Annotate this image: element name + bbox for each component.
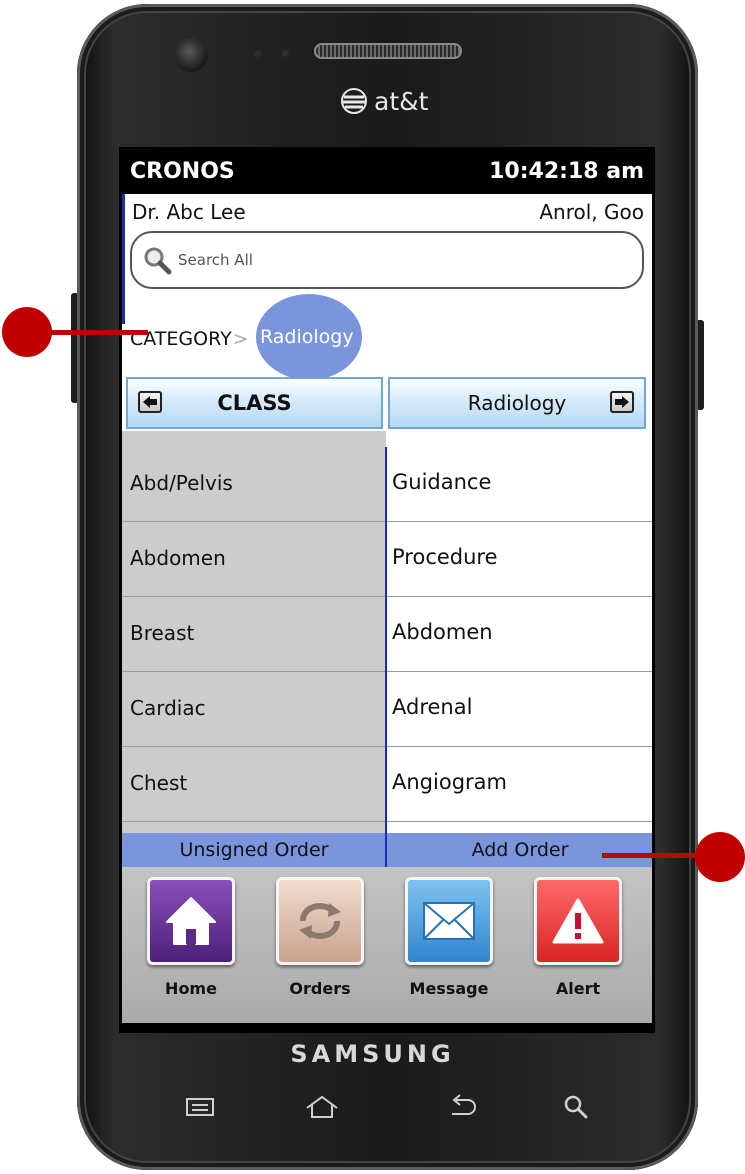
list-item-label: Procedure	[392, 545, 498, 569]
list-spacer	[122, 431, 386, 447]
list-item[interactable]: Chest	[122, 747, 386, 822]
nav-home-label: Home	[165, 979, 217, 998]
list-item-label: Abd/Pelvis	[130, 471, 233, 495]
list-item[interactable]: Angiogram	[386, 747, 652, 822]
left-accent-rule	[122, 194, 125, 324]
carrier-logo: at&t	[340, 82, 428, 120]
action-bar: Unsigned Order Add Order	[122, 833, 652, 867]
home-key[interactable]	[300, 1087, 344, 1127]
menu-key[interactable]	[178, 1087, 222, 1127]
app-name: CRONOS	[130, 159, 235, 184]
list-item[interactable]: Breast	[122, 597, 386, 672]
nav-alert-label: Alert	[555, 979, 601, 998]
patient-name: Anrol, Goo	[539, 200, 644, 224]
arrow-right-icon	[615, 396, 629, 408]
doctor-name: Dr. Abc Lee	[132, 200, 246, 224]
nav-orders-label: Orders	[289, 979, 351, 998]
warning-icon	[552, 898, 604, 944]
list-item-label: Adrenal	[392, 695, 473, 719]
column-divider	[385, 447, 387, 867]
front-camera-icon	[174, 38, 208, 72]
list-item[interactable]: Adrenal	[386, 672, 652, 747]
list-item-label: Abdomen	[392, 620, 493, 644]
radiology-column-title: Radiology	[467, 391, 567, 415]
bottom-nav: Home Orders Message Alert	[122, 867, 652, 1030]
app-screen: CRONOS 10:42:18 am Dr. Abc Lee Anrol, Go…	[122, 150, 652, 1030]
next-column-button[interactable]	[610, 391, 634, 413]
nav-home[interactable]: Home	[145, 875, 237, 1005]
search-placeholder: Search All	[178, 251, 253, 269]
home-tile[interactable]	[147, 877, 235, 965]
arrow-left-icon	[143, 396, 157, 408]
list-item[interactable]: Cardiac	[122, 672, 386, 747]
message-tile[interactable]	[405, 877, 493, 965]
status-bar: CRONOS 10:42:18 am	[122, 150, 652, 194]
radiology-column-header: Radiology	[388, 377, 646, 429]
class-column-header: CLASS	[126, 377, 383, 429]
brand-logo: SAMSUNG	[290, 1040, 455, 1068]
list-item[interactable]: Abdomen	[122, 522, 386, 597]
earpiece-speaker	[314, 43, 462, 59]
carrier-name: at&t	[374, 86, 429, 116]
previous-column-button[interactable]	[138, 391, 162, 413]
envelope-icon	[423, 902, 475, 940]
list-item-label: Abdomen	[130, 546, 226, 570]
alert-tile[interactable]	[534, 877, 622, 965]
add-order-button[interactable]: Add Order	[388, 833, 652, 867]
list-item[interactable]: Abdomen	[386, 597, 652, 672]
search-outline-icon	[564, 1095, 588, 1119]
callout-line-breadcrumb	[48, 330, 148, 335]
list-item-label: Cardiac	[130, 696, 206, 720]
list-item[interactable]: Guidance	[386, 447, 652, 522]
breadcrumb-current[interactable]: Radiology	[260, 326, 354, 348]
list-item[interactable]: Procedure	[386, 522, 652, 597]
home-outline-icon	[306, 1095, 338, 1118]
breadcrumb-separator: >	[232, 328, 249, 350]
back-icon	[452, 1094, 476, 1115]
menu-icon	[186, 1098, 214, 1116]
screen-bottom-edge	[122, 1023, 652, 1030]
callout-marker-breadcrumb	[2, 307, 52, 357]
search-input[interactable]: Search All	[130, 231, 644, 289]
radiology-list: Guidance Procedure Abdomen Adrenal Angio…	[386, 447, 652, 833]
callout-marker-add-order	[695, 832, 745, 882]
nav-alert[interactable]: Alert	[532, 875, 624, 1005]
orders-tile[interactable]	[276, 877, 364, 965]
search-icon	[144, 247, 172, 275]
sensor-icon	[254, 50, 261, 57]
clock: 10:42:18 am	[489, 159, 644, 184]
list-item-label: Breast	[130, 621, 195, 645]
list-item-label: Guidance	[392, 470, 492, 494]
refresh-icon	[299, 903, 341, 939]
class-list: Abd/Pelvis Abdomen Breast Cardiac Chest	[122, 447, 386, 833]
nav-message[interactable]: Message	[403, 875, 495, 1005]
nav-orders[interactable]: Orders	[274, 875, 366, 1005]
list-item[interactable]: Abd/Pelvis	[122, 447, 386, 522]
search-key[interactable]	[554, 1087, 598, 1127]
callout-line-add-order	[602, 853, 698, 858]
nav-message-label: Message	[409, 979, 489, 998]
unsigned-order-button[interactable]: Unsigned Order	[122, 833, 386, 867]
att-globe-icon	[341, 88, 367, 114]
class-column-title: CLASS	[217, 391, 292, 415]
back-key[interactable]	[440, 1087, 484, 1127]
sensor-icon	[282, 50, 289, 57]
list-item-label: Angiogram	[392, 770, 507, 794]
home-icon	[166, 897, 216, 945]
list-item-label: Chest	[130, 771, 188, 795]
